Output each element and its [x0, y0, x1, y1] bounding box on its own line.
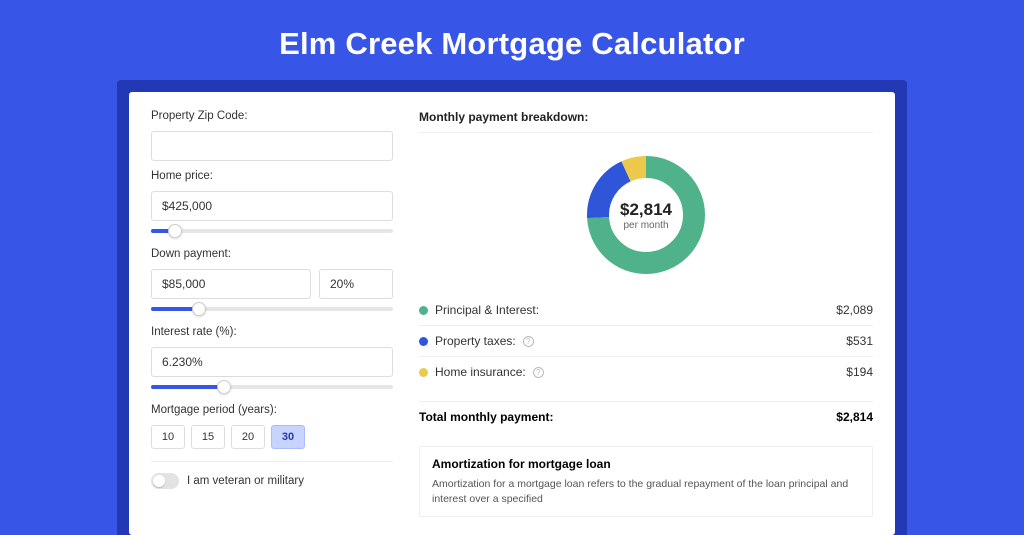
down-payment-row: [151, 269, 393, 299]
legend: Principal & Interest: $2,089 Property taxe…: [419, 295, 873, 387]
veteran-label: I am veteran or military: [187, 475, 304, 487]
donut-center: $2,814 per month: [584, 153, 708, 277]
home-price-slider[interactable]: [151, 229, 393, 233]
down-payment-label: Down payment:: [151, 248, 393, 260]
home-price-label: Home price:: [151, 170, 393, 182]
page-title: Elm Creek Mortgage Calculator: [0, 26, 1024, 62]
down-payment-slider[interactable]: [151, 307, 393, 311]
results-panel: Monthly payment breakdown: $2,814 per mo…: [419, 110, 873, 517]
legend-value: $194: [846, 365, 873, 379]
mortgage-period-label: Mortgage period (years):: [151, 404, 393, 416]
hero: Elm Creek Mortgage Calculator: [0, 0, 1024, 80]
legend-label: Principal & Interest:: [435, 303, 539, 317]
info-icon[interactable]: ?: [523, 336, 534, 347]
period-option-30[interactable]: 30: [271, 425, 305, 449]
veteran-toggle-knob: [153, 475, 165, 487]
zip-input[interactable]: [151, 131, 393, 161]
legend-label: Home insurance:: [435, 365, 526, 379]
input-panel: Property Zip Code: Home price: Down paym…: [151, 110, 393, 517]
legend-value: $531: [846, 334, 873, 348]
legend-dot-icon: [419, 306, 428, 315]
legend-row: Property taxes:? $531: [419, 326, 873, 357]
legend-left: Property taxes:?: [419, 334, 534, 348]
donut-chart: $2,814 per month: [584, 153, 708, 277]
app-frame: Property Zip Code: Home price: Down paym…: [117, 80, 907, 535]
legend-row: Principal & Interest: $2,089: [419, 295, 873, 326]
legend-dot-icon: [419, 337, 428, 346]
amortization-title: Amortization for mortgage loan: [432, 457, 860, 471]
info-icon[interactable]: ?: [533, 367, 544, 378]
veteran-toggle[interactable]: [151, 473, 179, 489]
legend-value: $2,089: [836, 303, 873, 317]
amortization-section: Amortization for mortgage loan Amortizat…: [419, 446, 873, 517]
down-payment-pct-input[interactable]: [319, 269, 393, 299]
total-label: Total monthly payment:: [419, 410, 553, 424]
donut-amount: $2,814: [620, 200, 672, 220]
zip-label: Property Zip Code:: [151, 110, 393, 122]
donut-wrap: $2,814 per month: [419, 147, 873, 281]
mortgage-period-group: 10152030: [151, 425, 393, 462]
interest-rate-slider-thumb[interactable]: [217, 380, 231, 394]
total-value: $2,814: [836, 410, 873, 424]
legend-left: Principal & Interest:: [419, 303, 539, 317]
interest-rate-slider[interactable]: [151, 385, 393, 389]
period-option-15[interactable]: 15: [191, 425, 225, 449]
breakdown-title: Monthly payment breakdown:: [419, 110, 873, 133]
home-price-slider-thumb[interactable]: [168, 224, 182, 238]
period-option-10[interactable]: 10: [151, 425, 185, 449]
veteran-row: I am veteran or military: [151, 473, 393, 489]
down-payment-slider-thumb[interactable]: [192, 302, 206, 316]
down-payment-input[interactable]: [151, 269, 311, 299]
period-option-20[interactable]: 20: [231, 425, 265, 449]
legend-row: Home insurance:? $194: [419, 357, 873, 387]
amortization-text: Amortization for a mortgage loan refers …: [432, 477, 860, 506]
calculator-card: Property Zip Code: Home price: Down paym…: [129, 92, 895, 535]
legend-label: Property taxes:: [435, 334, 516, 348]
interest-rate-label: Interest rate (%):: [151, 326, 393, 338]
legend-left: Home insurance:?: [419, 365, 544, 379]
legend-dot-icon: [419, 368, 428, 377]
total-row: Total monthly payment: $2,814: [419, 401, 873, 432]
interest-rate-slider-track: [151, 385, 224, 389]
home-price-input[interactable]: [151, 191, 393, 221]
donut-sublabel: per month: [623, 220, 668, 231]
interest-rate-input[interactable]: [151, 347, 393, 377]
